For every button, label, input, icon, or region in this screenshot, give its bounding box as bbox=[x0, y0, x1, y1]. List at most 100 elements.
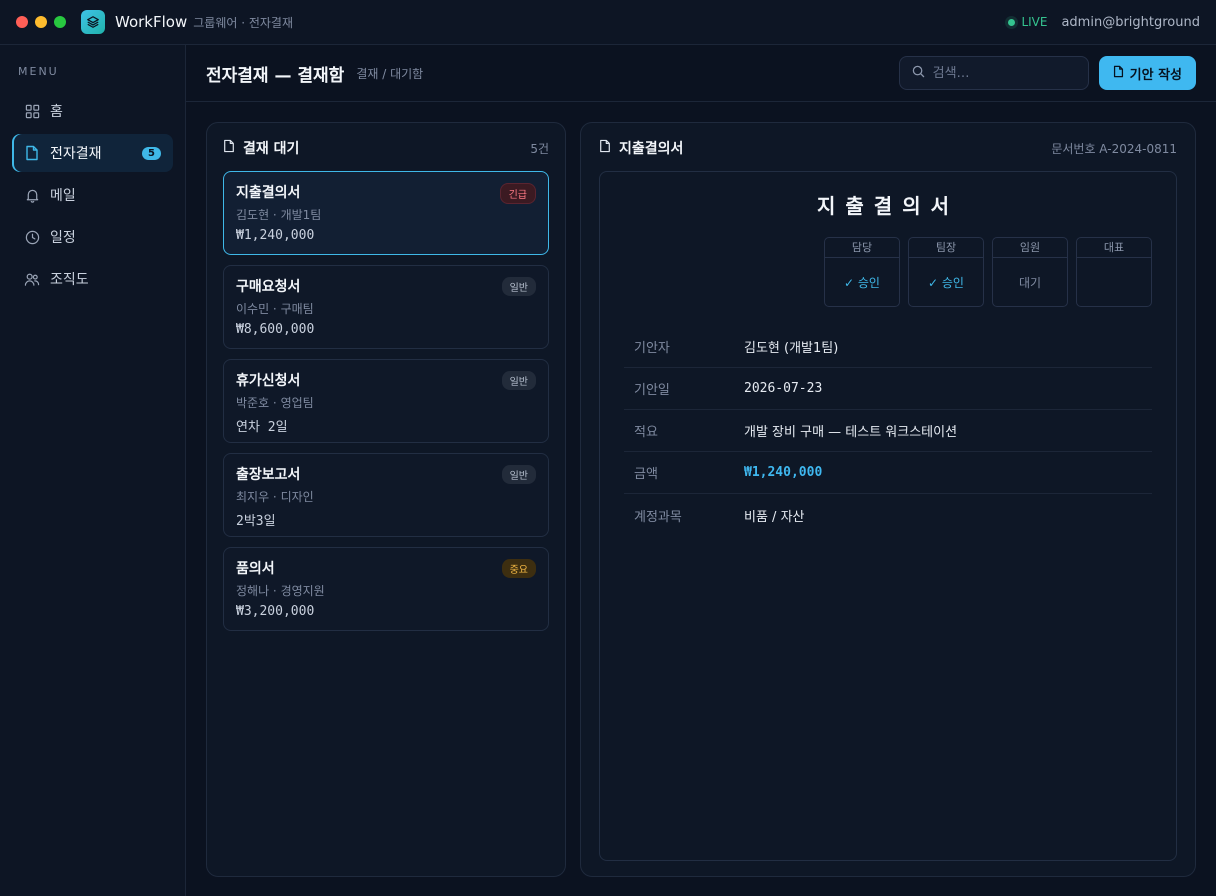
approval-box: 담당 ✓ 승인 bbox=[824, 237, 900, 307]
close-window-button[interactable] bbox=[16, 16, 28, 28]
minimize-window-button[interactable] bbox=[35, 16, 47, 28]
doc-title: 지출결의서 bbox=[236, 185, 301, 201]
approval-box: 임원 대기 bbox=[992, 237, 1068, 307]
grid-icon bbox=[24, 103, 40, 119]
document-icon bbox=[223, 139, 235, 157]
document-icon bbox=[24, 145, 40, 161]
field-row: 적요 개발 장비 구매 — 테스트 워크스테이션 bbox=[624, 410, 1152, 452]
sidebar-item-label: 조직도 bbox=[50, 272, 89, 288]
sidebar-item-schedule[interactable]: 일정 bbox=[12, 218, 173, 256]
status-badge: 일반 bbox=[501, 465, 536, 484]
approval-status bbox=[1077, 258, 1151, 306]
approval-role: 팀장 bbox=[909, 238, 983, 258]
field-row: 기안자 김도현 (개발1팀) bbox=[624, 326, 1152, 368]
approval-box: 팀장 ✓ 승인 bbox=[908, 237, 984, 307]
doc-author: 박준호 · 영업팀 bbox=[236, 396, 314, 410]
sidebar-item-org-chart[interactable]: 조직도 bbox=[12, 260, 173, 298]
approval-status: 대기 bbox=[1018, 275, 1042, 290]
doc-title: 출장보고서 bbox=[236, 467, 301, 483]
new-draft-label: 기안 작성 bbox=[1129, 67, 1182, 83]
document-detail-panel: 지출결의서 문서번호 A-2024-0811 지출결의서 담당 ✓ 승인 팀장 … bbox=[580, 122, 1196, 877]
page-title: 전자결재 — 결재함 bbox=[206, 65, 345, 86]
window-titlebar: WorkFlow 그룹웨어 · 전자결재 LIVE admin@brightgr… bbox=[0, 0, 1216, 45]
document-body: 지출결의서 담당 ✓ 승인 팀장 ✓ 승인 임원 대기 대표 기안자 김도현 (… bbox=[599, 171, 1177, 861]
list-item[interactable]: 휴가신청서 박준호 · 영업팀 연차 2일 일반 bbox=[223, 359, 549, 443]
users-icon bbox=[24, 271, 40, 287]
doc-title: 구매요청서 bbox=[236, 279, 301, 295]
doc-detail: ₩8,600,000 bbox=[236, 322, 315, 337]
field-value: ₩1,240,000 bbox=[744, 465, 823, 480]
live-label: LIVE bbox=[1021, 15, 1048, 29]
field-label: 기안일 bbox=[634, 383, 670, 398]
sidebar-item-home[interactable]: 홈 bbox=[12, 92, 173, 130]
field-value: 개발 장비 구매 — 테스트 워크스테이션 bbox=[744, 425, 958, 440]
list-item[interactable]: 품의서 정해나 · 경영지원 ₩3,200,000 중요 bbox=[223, 547, 549, 631]
field-value: 2026-07-23 bbox=[744, 381, 823, 396]
field-label: 계정과목 bbox=[634, 509, 682, 525]
approval-box: 대표 bbox=[1076, 237, 1152, 307]
sidebar-item-label: 홈 bbox=[50, 104, 63, 120]
field-row: 계정과목 비품 / 자산 bbox=[624, 494, 1152, 536]
sidebar-item-label: 일정 bbox=[50, 230, 76, 246]
pending-count: 5건 bbox=[530, 141, 549, 156]
app-name: WorkFlow bbox=[115, 13, 188, 31]
sidebar-item-approval[interactable]: 전자결재 5 bbox=[12, 134, 173, 172]
field-label: 금액 bbox=[634, 467, 658, 482]
new-draft-button[interactable]: 기안 작성 bbox=[1098, 56, 1196, 90]
document-heading: 지출결의서 bbox=[817, 194, 959, 218]
user-account[interactable]: admin@brightground bbox=[1061, 15, 1200, 30]
panel-title: 결재 대기 bbox=[243, 141, 300, 157]
approval-role: 임원 bbox=[993, 238, 1067, 258]
list-item[interactable]: 출장보고서 최지우 · 디자인 2박3일 일반 bbox=[223, 453, 549, 537]
app-logo-icon bbox=[81, 10, 105, 34]
doc-author: 최지우 · 디자인 bbox=[236, 490, 314, 504]
field-label: 기안자 bbox=[634, 341, 670, 356]
approval-status: ✓ 승인 bbox=[844, 275, 880, 290]
document-icon bbox=[599, 139, 611, 157]
sidebar-item-label: 전자결재 bbox=[50, 146, 102, 162]
sidebar-item-mail[interactable]: 메일 bbox=[12, 176, 173, 214]
doc-author: 김도현 · 개발1팀 bbox=[236, 208, 322, 222]
status-badge: 일반 bbox=[501, 371, 536, 390]
search-input[interactable] bbox=[932, 65, 1073, 81]
doc-detail: ₩1,240,000 bbox=[236, 228, 315, 243]
field-row: 금액 ₩1,240,000 bbox=[624, 452, 1152, 494]
field-row: 기안일 2026-07-23 bbox=[624, 368, 1152, 410]
approval-line: 담당 ✓ 승인 팀장 ✓ 승인 임원 대기 대표 bbox=[624, 237, 1152, 307]
pending-list-panel: 결재 대기 5건 지출결의서 김도현 · 개발1팀 ₩1,240,000 긴급 … bbox=[206, 122, 566, 877]
menu-label: MENU bbox=[18, 65, 59, 78]
doc-author: 이수민 · 구매팀 bbox=[236, 302, 314, 316]
list-item[interactable]: 구매요청서 이수민 · 구매팀 ₩8,600,000 일반 bbox=[223, 265, 549, 349]
approval-role: 대표 bbox=[1077, 238, 1151, 258]
approval-status: ✓ 승인 bbox=[928, 275, 964, 290]
bell-icon bbox=[24, 187, 40, 203]
breadcrumb: 결재 / 대기함 bbox=[356, 66, 424, 81]
status-badge: 긴급 bbox=[499, 183, 536, 204]
doc-title: 품의서 bbox=[236, 561, 275, 577]
clock-icon bbox=[24, 229, 40, 245]
app-subtitle: 그룹웨어 · 전자결재 bbox=[193, 15, 293, 30]
field-label: 적요 bbox=[634, 425, 658, 440]
doc-detail: 2박3일 bbox=[236, 514, 276, 529]
status-badge: 중요 bbox=[501, 559, 536, 578]
search-icon bbox=[912, 65, 925, 82]
document-icon bbox=[1113, 65, 1124, 82]
field-value: 비품 / 자산 bbox=[744, 509, 805, 525]
approval-role: 담당 bbox=[825, 238, 899, 258]
count-badge: 5 bbox=[142, 146, 161, 160]
live-dot-icon bbox=[1008, 18, 1016, 26]
list-item[interactable]: 지출결의서 김도현 · 개발1팀 ₩1,240,000 긴급 bbox=[223, 171, 549, 255]
doc-detail: ₩3,200,000 bbox=[236, 604, 315, 619]
search-box[interactable] bbox=[898, 56, 1089, 90]
doc-title: 휴가신청서 bbox=[236, 373, 301, 389]
live-status: LIVE bbox=[1008, 15, 1047, 29]
maximize-window-button[interactable] bbox=[54, 16, 66, 28]
page-header: 전자결재 — 결재함 결재 / 대기함 기안 작성 bbox=[186, 45, 1216, 102]
document-fields: 기안자 김도현 (개발1팀) 기안일 2026-07-23 적요 개발 장비 구… bbox=[624, 326, 1152, 536]
doc-author: 정해나 · 경영지원 bbox=[236, 584, 325, 598]
sidebar-item-label: 메일 bbox=[50, 188, 76, 204]
field-value: 김도현 (개발1팀) bbox=[744, 341, 839, 356]
panel-title: 지출결의서 bbox=[619, 141, 684, 157]
doc-detail: 연차 2일 bbox=[236, 420, 288, 435]
status-badge: 일반 bbox=[501, 277, 536, 296]
